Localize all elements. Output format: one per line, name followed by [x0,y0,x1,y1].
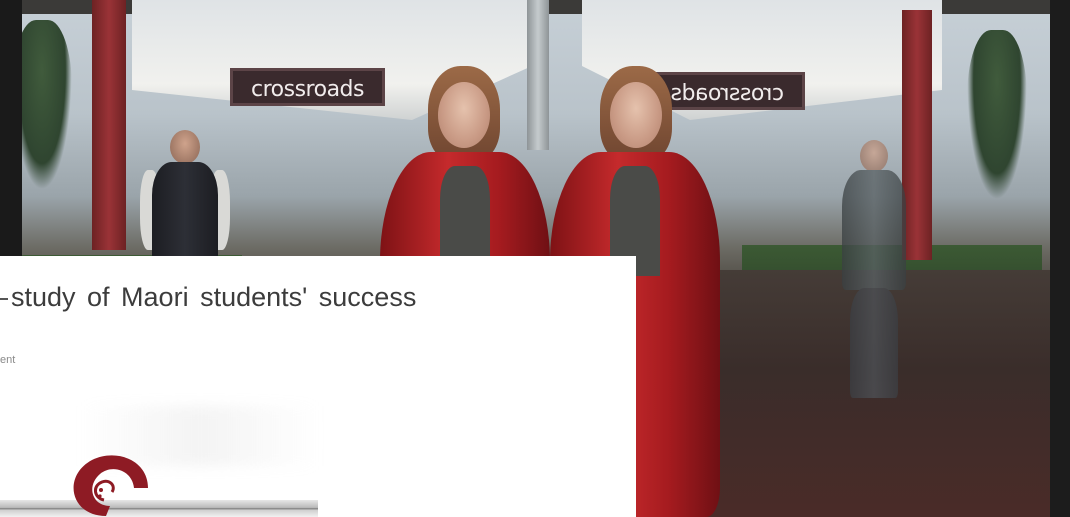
pillar-left [92,0,126,250]
logo-bar [0,500,318,517]
subheading-fragment: ent [0,354,16,366]
crossroads-sign: crossroads [230,68,385,106]
headline: study of Maori students' success [0,282,416,313]
screenshot-frame: crossroads crossroads study of Maori stu… [0,0,1070,517]
dash-mark [0,297,8,300]
headline-text: study of Maori students' success [11,282,417,312]
koru-logo-icon [73,455,148,516]
right-edge-shadow [1050,0,1070,517]
palm-tree-left [22,20,72,190]
palm-tree-right [967,30,1027,200]
man-walking-right [832,140,916,400]
article-overlay-card: study of Maori students' success ent [0,256,636,517]
